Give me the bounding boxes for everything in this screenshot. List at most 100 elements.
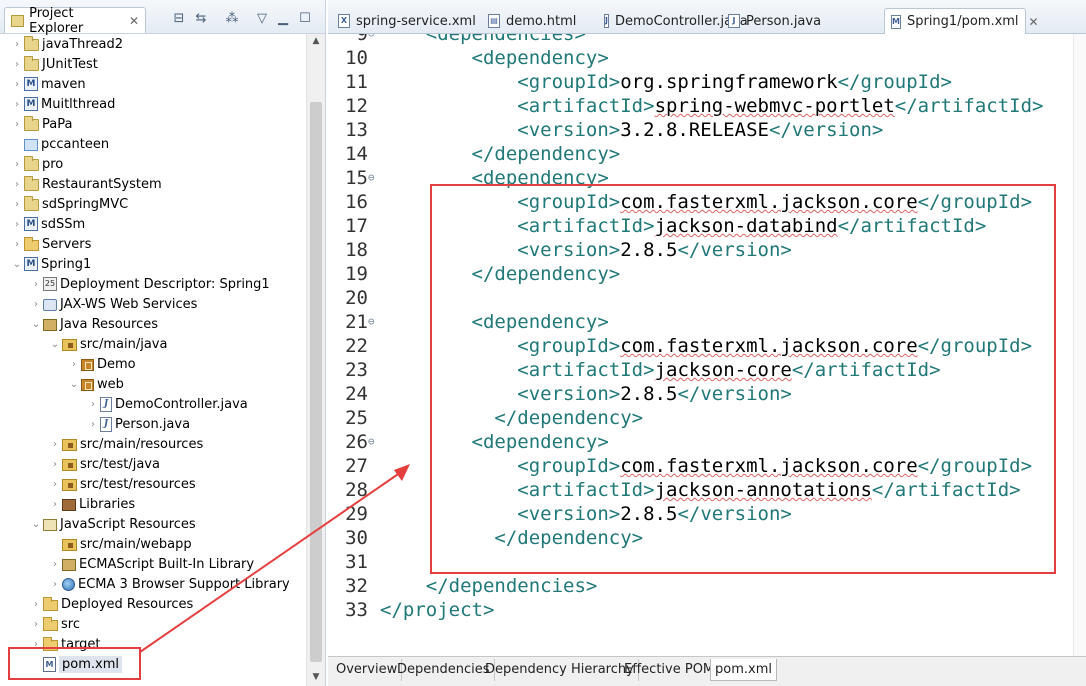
code-line[interactable]: <version>2.8.5</version> [380, 502, 792, 526]
collapsed-chevron-icon[interactable]: › [10, 159, 24, 170]
code-line[interactable]: </dependency> [380, 142, 621, 166]
pom-page-tab[interactable]: Effective POM [620, 659, 720, 681]
tree-item[interactable]: › MsdSSm [10, 214, 85, 234]
collapsed-chevron-icon[interactable]: › [48, 459, 62, 470]
code-line[interactable]: </project> [380, 598, 494, 622]
link-with-editor-icon[interactable]: ⇆ [193, 11, 209, 26]
editor-tab[interactable]: J Person.java [722, 8, 879, 34]
collapsed-chevron-icon[interactable]: › [10, 219, 24, 230]
tree-item[interactable]: Mpom.xml [29, 654, 122, 674]
tree-item[interactable]: › pro [10, 154, 63, 174]
code-line[interactable]: <artifactId>jackson-core</artifactId> [380, 358, 940, 382]
tree-item[interactable]: › src/test/java [48, 454, 160, 474]
scrollbar-thumb[interactable] [310, 102, 322, 662]
tree-item[interactable]: › Deployed Resources [29, 594, 193, 614]
code-line[interactable]: </dependencies> [380, 574, 598, 598]
tree-item[interactable]: › JAX-WS Web Services [29, 294, 197, 314]
close-icon[interactable]: ✕ [129, 14, 139, 28]
tree-item[interactable]: › target [29, 634, 101, 654]
tree-item[interactable]: › JUnitTest [10, 54, 98, 74]
code-line[interactable]: </dependency> [380, 526, 643, 550]
code-line[interactable]: <version>3.2.8.RELEASE</version> [380, 118, 883, 142]
fold-toggle-icon[interactable]: ⊖ [368, 430, 380, 454]
pom-page-tab[interactable]: Overview [332, 659, 403, 681]
code-line[interactable]: </dependency> [380, 262, 621, 286]
code-line[interactable]: <groupId>com.fasterxml.jackson.core</gro… [380, 454, 1032, 478]
tree-item[interactable]: › 25 Deployment Descriptor: Spring1 [29, 274, 270, 294]
collapsed-chevron-icon[interactable]: › [10, 179, 24, 190]
code-line[interactable]: <artifactId>spring-webmvc-portlet</artif… [380, 94, 1043, 118]
collapsed-chevron-icon[interactable]: › [29, 599, 43, 610]
tree-item[interactable]: › RestaurantSystem [10, 174, 162, 194]
editor-tab[interactable]: Xspring-service.xml [332, 8, 477, 34]
tree-item[interactable]: › src/main/resources [48, 434, 203, 454]
code-line[interactable]: <version>2.8.5</version> [380, 382, 792, 406]
code-line[interactable]: <dependency> [380, 430, 609, 454]
minimize-icon[interactable]: ▁ [275, 11, 291, 26]
tree-item[interactable]: ⌄ src/main/java [48, 334, 168, 354]
editor-tab[interactable]: J DemoController.java [598, 8, 748, 34]
editor-scrollbar[interactable] [1073, 34, 1086, 656]
code-line[interactable]: <groupId>com.fasterxml.jackson.core</gro… [380, 334, 1032, 358]
code-line[interactable]: <dependency> [380, 166, 609, 190]
tree-item[interactable]: › Demo [67, 354, 136, 374]
tree-item[interactable]: ⌄ Java Resources [29, 314, 158, 334]
tree-item[interactable]: ⌄ web [67, 374, 124, 394]
collapsed-chevron-icon[interactable]: › [10, 199, 24, 210]
tree-item[interactable]: › PaPa [10, 114, 72, 134]
expanded-chevron-icon[interactable]: ⌄ [29, 319, 43, 330]
tree-item[interactable]: › J Person.java [86, 414, 190, 434]
tree-item[interactable]: › Servers [10, 234, 91, 254]
collapsed-chevron-icon[interactable]: › [86, 419, 100, 430]
collapsed-chevron-icon[interactable]: › [29, 299, 43, 310]
close-icon[interactable]: ✕ [1029, 15, 1039, 29]
pom-page-tab[interactable]: pom.xml [710, 659, 777, 681]
expanded-chevron-icon[interactable]: ⌄ [48, 339, 62, 350]
tree-item[interactable]: ⌄ JavaScript Resources [29, 514, 196, 534]
pom-page-tab[interactable]: Dependencies [393, 659, 495, 681]
filter-icon[interactable]: ⁂ [224, 11, 240, 26]
code-line[interactable]: <groupId>com.fasterxml.jackson.core</gro… [380, 190, 1032, 214]
code-line[interactable]: <artifactId>jackson-annotations</artifac… [380, 478, 1020, 502]
fold-toggle-icon[interactable]: ⊖ [368, 34, 380, 46]
tree-item[interactable]: ⌄ M Spring1 [10, 254, 91, 274]
collapsed-chevron-icon[interactable]: › [10, 59, 24, 70]
code-line[interactable]: <dependency> [380, 46, 609, 70]
scroll-up-arrow-icon[interactable]: ▲ [307, 36, 325, 46]
expanded-chevron-icon[interactable]: ⌄ [10, 259, 24, 270]
collapsed-chevron-icon[interactable]: › [67, 359, 81, 370]
tree-item[interactable]: › M Muitlthread [10, 94, 115, 114]
fold-toggle-icon[interactable]: ⊖ [368, 166, 380, 190]
code-line[interactable]: </dependency> [380, 406, 643, 430]
tree-item[interactable]: src/main/webapp [48, 534, 192, 554]
collapsed-chevron-icon[interactable]: › [48, 479, 62, 490]
collapse-all-icon[interactable]: ⊟ [171, 11, 187, 26]
editor-tab[interactable]: ▤ demo.html [482, 8, 594, 34]
tree-item[interactable]: › javaThread2 [10, 34, 123, 54]
code-line[interactable]: <dependencies> [380, 34, 586, 46]
tree-item[interactable]: › ECMA 3 Browser Support Library [48, 574, 290, 594]
collapsed-chevron-icon[interactable]: › [10, 239, 24, 250]
pom-page-tab[interactable]: Dependency Hierarchy [481, 659, 639, 681]
expanded-chevron-icon[interactable]: ⌄ [67, 379, 81, 390]
tree-item[interactable]: › Mmaven [10, 74, 86, 94]
tree-item[interactable]: › src [29, 614, 80, 634]
tree-item[interactable]: › Libraries [48, 494, 135, 514]
project-explorer-tab[interactable]: Project Explorer ✕ [4, 6, 146, 36]
collapsed-chevron-icon[interactable]: › [29, 639, 43, 650]
collapsed-chevron-icon[interactable]: › [86, 399, 100, 410]
code-line[interactable]: <version>2.8.5</version> [380, 238, 792, 262]
collapsed-chevron-icon[interactable]: › [10, 119, 24, 130]
expanded-chevron-icon[interactable]: ⌄ [29, 519, 43, 530]
code-line[interactable]: <dependency> [380, 310, 609, 334]
collapsed-chevron-icon[interactable]: › [29, 619, 43, 630]
collapsed-chevron-icon[interactable]: › [29, 279, 43, 290]
tree-item[interactable]: › J DemoController.java [86, 394, 248, 414]
explorer-scrollbar[interactable]: ▲ ▼ [306, 34, 325, 686]
scroll-down-arrow-icon[interactable]: ▼ [307, 672, 325, 682]
maximize-icon[interactable]: ☐ [297, 11, 313, 26]
fold-toggle-icon[interactable]: ⊖ [368, 310, 380, 334]
collapsed-chevron-icon[interactable]: › [10, 99, 24, 110]
xml-source-editor[interactable]: 9⊖ <dependencies>10 <dependency>11 <grou… [328, 34, 1073, 656]
tree-item[interactable]: › src/test/resources [48, 474, 196, 494]
